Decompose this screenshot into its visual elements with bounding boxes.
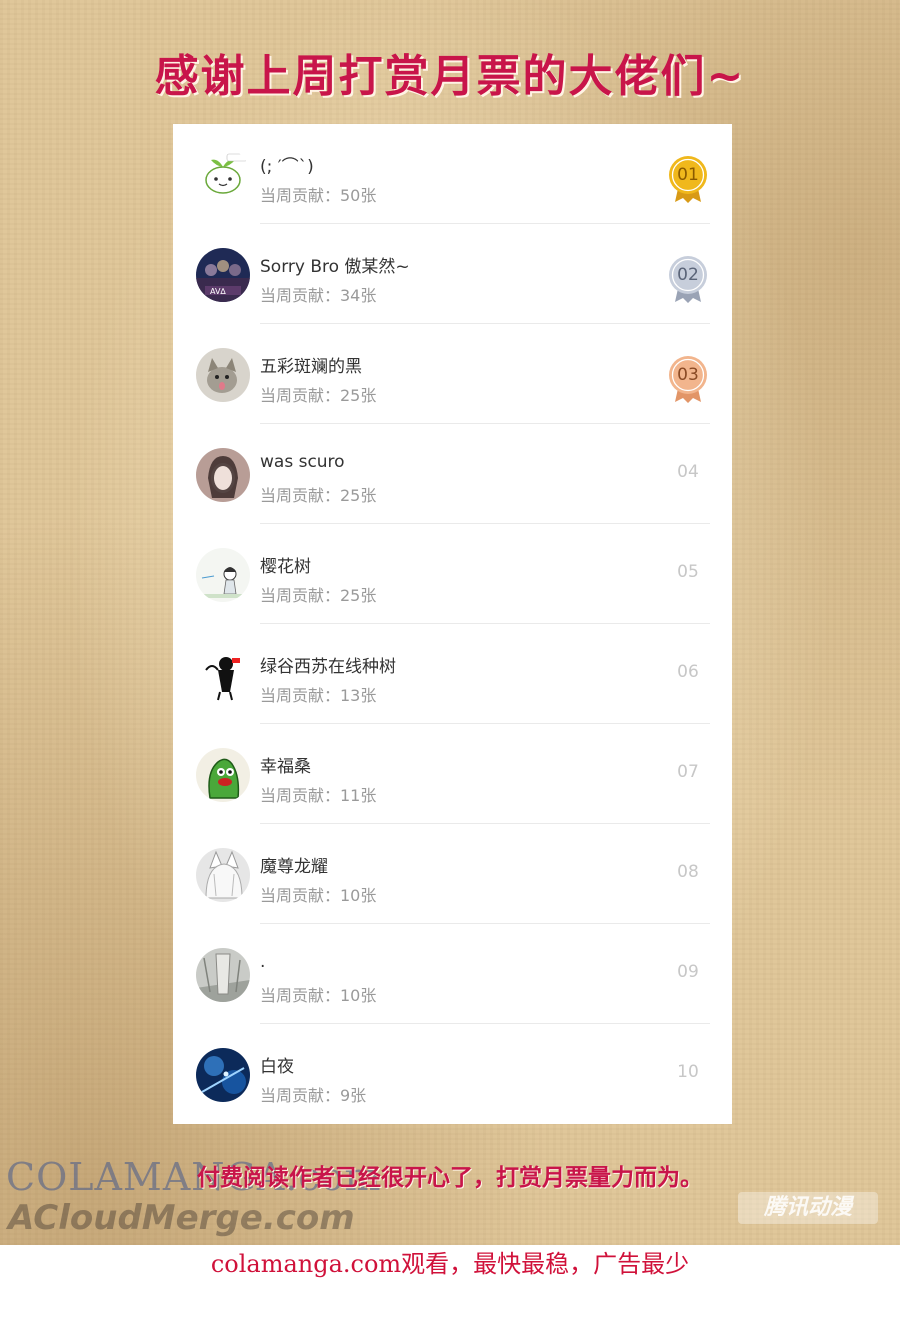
list-item[interactable]: 绿谷西苏在线种树 当周贡献：13张 06 (173, 624, 732, 724)
contribution-count: 当周贡献：10张 (260, 886, 377, 905)
list-item[interactable]: AV∆ Sorry Bro 傲某然~ 当周贡献：34张 02 (173, 224, 732, 324)
footer-note: 付费阅读作者已经很开心了，打赏月票量力而为。 (197, 1165, 703, 1191)
contribution-count: 当周贡献：25张 (260, 386, 377, 405)
contributor-name: 樱花树 (260, 557, 311, 577)
contributor-name: 绿谷西苏在线种树 (260, 657, 396, 677)
contributor-name: 幸福桑 (260, 757, 311, 777)
bottom-banner[interactable]: colamanga.com观看，最快最稳，广告最少 (0, 1244, 900, 1279)
ranking-card: (; ′⌒`) 当周贡献：50张 01 AV∆ Sorry Bro 傲某然~ 当… (173, 124, 732, 1124)
avatar: AV∆ (196, 248, 250, 302)
list-item[interactable]: 魔尊龙耀 当周贡献：10张 08 (173, 824, 732, 924)
avatar (196, 848, 250, 902)
svg-text:AV∆: AV∆ (210, 287, 226, 296)
avatar (196, 148, 250, 202)
rank-number: 06 (677, 662, 699, 682)
avatar (196, 548, 250, 602)
silver-medal-icon: 02 (667, 254, 709, 304)
page-title: 感谢上周打赏月票的大佬们~ (154, 51, 746, 102)
tencent-comic-logo: 腾讯动漫 (738, 1192, 878, 1224)
rank-number: 09 (677, 962, 699, 982)
list-item[interactable]: (; ′⌒`) 当周贡献：50张 01 (173, 124, 732, 224)
list-item[interactable]: 幸福桑 当周贡献：11张 07 (173, 724, 732, 824)
list-item[interactable]: was scuro 当周贡献：25张 04 (173, 424, 732, 524)
contribution-count: 当周贡献：13张 (260, 686, 377, 705)
bronze-medal-icon: 03 (667, 354, 709, 404)
rank-number: 05 (677, 562, 699, 582)
contribution-count: 当周贡献：50张 (260, 186, 377, 205)
list-item[interactable]: 樱花树 当周贡献：25张 05 (173, 524, 732, 624)
avatar (196, 748, 250, 802)
contributor-name: 白夜 (260, 1057, 294, 1077)
gold-medal-icon: 01 (667, 154, 709, 204)
acloudmerge-watermark: ACloudMerge.com (8, 1198, 355, 1238)
contributor-name: (; ′⌒`) (260, 157, 314, 177)
contributor-name: was scuro (260, 452, 345, 472)
contribution-count: 当周贡献：25张 (260, 486, 377, 505)
contribution-count: 当周贡献：11张 (260, 786, 377, 805)
rank-number: 07 (677, 762, 699, 782)
list-item[interactable]: 白夜 当周贡献：9张 10 (173, 1024, 732, 1124)
contributor-name: Sorry Bro 傲某然~ (260, 257, 410, 277)
contributor-name: 魔尊龙耀 (260, 857, 328, 877)
contributor-name: . (260, 952, 266, 972)
contribution-count: 当周贡献：10张 (260, 986, 377, 1005)
avatar (196, 948, 250, 1002)
contribution-count: 当周贡献：25张 (260, 586, 377, 605)
rank-number: 10 (677, 1062, 699, 1082)
avatar (196, 348, 250, 402)
list-item[interactable]: 五彩斑斓的黑 当周贡献：25张 03 (173, 324, 732, 424)
rank-number: 02 (677, 265, 699, 285)
avatar (196, 648, 250, 702)
contribution-count: 当周贡献：34张 (260, 286, 377, 305)
rank-number: 03 (677, 365, 699, 385)
avatar (196, 1048, 250, 1102)
rank-number: 04 (677, 462, 699, 482)
contributor-name: 五彩斑斓的黑 (260, 357, 362, 377)
rank-number: 01 (677, 165, 699, 185)
avatar (196, 448, 250, 502)
contribution-count: 当周贡献：9张 (260, 1086, 367, 1105)
rank-number: 08 (677, 862, 699, 882)
list-item[interactable]: . 当周贡献：10张 09 (173, 924, 732, 1024)
